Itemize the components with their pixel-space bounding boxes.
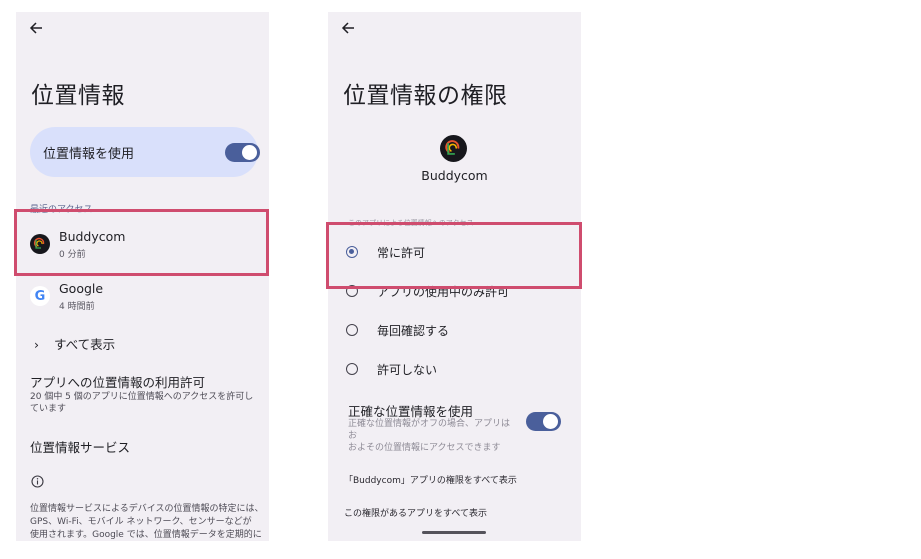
- radio-option-deny[interactable]: 許可しない: [346, 358, 546, 380]
- radio-unselected[interactable]: [346, 324, 358, 336]
- radio-label: 毎回確認する: [377, 324, 450, 338]
- back-arrow-icon: [341, 22, 354, 34]
- back-button[interactable]: [26, 18, 46, 38]
- precise-location-desc-line1: 正確な位置情報がオフの場合、アプリはお: [348, 419, 511, 441]
- back-arrow-icon: [29, 22, 42, 34]
- footer-text-line2: GPS、Wi-Fi、モバイル ネットワーク、センサーなどが: [30, 517, 252, 527]
- show-all-app-permissions-link[interactable]: 「Buddycom」アプリの権限をすべて表示: [344, 473, 517, 486]
- radio-label: 許可しない: [377, 363, 438, 377]
- precise-location-desc: 正確な位置情報がオフの場合、アプリはお およその位置情報にアクセスできます: [348, 418, 518, 454]
- show-all-label: すべて表示: [54, 337, 116, 352]
- radio-option-allow-always[interactable]: 常に許可: [346, 241, 546, 263]
- app-name: Buddycom: [59, 229, 126, 244]
- app-location-permission-desc-line2: ています: [30, 404, 67, 414]
- info-icon: [31, 475, 44, 488]
- switch-knob: [242, 145, 257, 160]
- footer-text-line3: 使用されます。Google では、位置情報データを定期的に: [30, 530, 262, 540]
- google-g-icon: G: [30, 286, 50, 306]
- recent-access-label: 最近のアクセス: [30, 205, 93, 215]
- app-location-permission-desc-line1: 20 個中 5 個のアプリに位置情報へのアクセスを許可し: [30, 392, 254, 402]
- switch-knob: [543, 414, 558, 429]
- gesture-nav-bar[interactable]: [422, 531, 486, 534]
- radio-selected[interactable]: [346, 246, 358, 258]
- location-settings-screen: 位置情報 位置情報を使用 最近のアクセス Buddycom 0 分前 G Goo…: [16, 12, 269, 541]
- use-location-switch[interactable]: [225, 143, 260, 162]
- footer-text-line1: 位置情報サービスによるデバイスの位置情報の特定には、: [30, 504, 264, 514]
- use-location-label: 位置情報を使用: [43, 147, 135, 162]
- app-location-permission-heading[interactable]: アプリへの位置情報の利用許可: [30, 372, 205, 391]
- app-name: Buddycom: [421, 168, 488, 183]
- radio-unselected[interactable]: [346, 363, 358, 375]
- access-section-label: このアプリによる位置情報へのアクセス: [348, 219, 474, 227]
- chevron-right-icon: ›: [34, 337, 39, 352]
- app-access-time: 0 分前: [59, 250, 86, 260]
- location-permission-screen: 位置情報の権限 Buddycom このアプリによる位置情報へのアクセス 常に許可…: [328, 12, 581, 541]
- location-services-heading[interactable]: 位置情報サービス: [30, 437, 130, 456]
- use-location-toggle-card[interactable]: 位置情報を使用: [30, 127, 260, 177]
- show-apps-with-permission-link[interactable]: この権限があるアプリをすべて表示: [344, 506, 487, 519]
- page-title: 位置情報の権限: [343, 83, 508, 109]
- app-access-time: 4 時間前: [59, 302, 95, 312]
- page-title: 位置情報: [31, 83, 125, 109]
- buddycom-app-icon: [440, 135, 467, 162]
- back-button[interactable]: [338, 18, 358, 38]
- buddycom-app-icon: [30, 234, 50, 254]
- app-name: Google: [59, 281, 104, 296]
- radio-label: アプリの使用中のみ許可: [377, 285, 510, 299]
- precise-location-desc-line2: およその位置情報にアクセスできます: [348, 443, 501, 453]
- precise-location-switch[interactable]: [526, 412, 561, 431]
- radio-label: 常に許可: [377, 246, 426, 260]
- recent-app-row-buddycom[interactable]: Buddycom 0 分前: [30, 224, 256, 264]
- radio-option-allow-while-using[interactable]: アプリの使用中のみ許可: [346, 280, 546, 302]
- recent-app-row-google[interactable]: G Google 4 時間前: [30, 276, 256, 316]
- radio-unselected[interactable]: [346, 285, 358, 297]
- show-all-button[interactable]: › すべて表示: [34, 334, 115, 353]
- radio-option-ask-every-time[interactable]: 毎回確認する: [346, 319, 546, 341]
